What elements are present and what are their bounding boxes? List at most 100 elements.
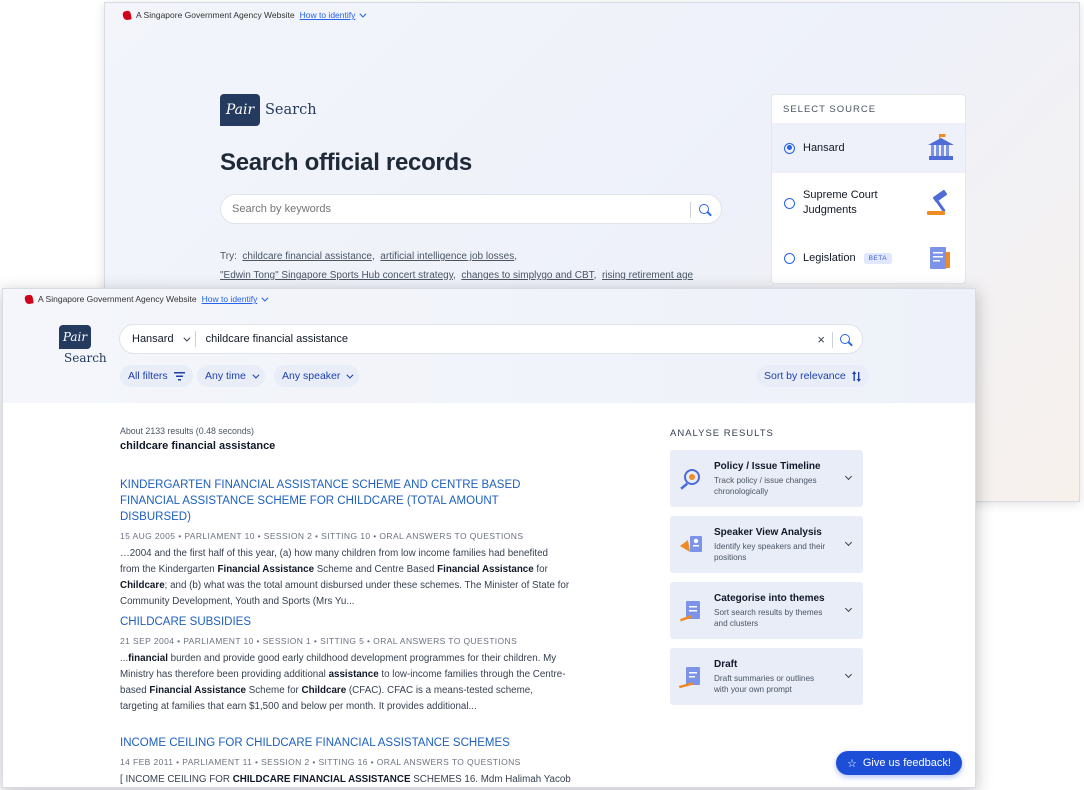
draft-icon [678,666,700,688]
result-item: INCOME CEILING FOR CHILDCARE FINANCIAL A… [120,735,571,787]
divider [832,332,833,348]
analyse-heading: ANALYSE RESULTS [670,428,774,439]
analyse-card-draft[interactable]: Draft Draft summaries or outlines with y… [670,648,863,705]
analyse-card-timeline[interactable]: Policy / Issue Timeline Track policy / i… [670,450,863,507]
singapore-lion-icon [122,9,132,21]
suggestion-link[interactable]: childcare financial assistance [242,251,372,262]
result-title-link[interactable]: INCOME CEILING FOR CHILDCARE FINANCIAL A… [120,735,570,751]
analyse-card-speaker[interactable]: Speaker View Analysis Identify key speak… [670,516,863,573]
radio-unselected[interactable] [784,252,795,264]
chevron-down-icon[interactable] [844,604,853,613]
all-filters-button[interactable]: All filters [120,365,193,387]
page-title: Search official records [220,149,472,176]
query-heading: childcare financial assistance [120,440,276,452]
chevron-down-icon[interactable] [844,670,853,679]
result-meta: 21 SEP 2004 • PARLIAMENT 10 • SESSION 1 … [120,636,518,646]
results-summary: About 2133 results (0.48 seconds) [120,426,254,436]
how-to-identify-link[interactable]: How to identify [202,294,258,304]
result-snippet: ...financial burden and provide good ear… [120,653,566,712]
suggestion-link[interactable]: rising retirement age [602,270,693,281]
sort-icon [851,370,861,382]
themes-icon [680,600,700,621]
result-title-link[interactable]: CHILDCARE SUBSIDIES [120,614,570,630]
filter-label: Any time [205,370,246,382]
card-description: and clusters [714,618,759,628]
source-heading: SELECT SOURCE [783,104,877,115]
search-input[interactable] [232,203,672,215]
home-search-bar[interactable] [220,194,722,224]
chevron-down-icon[interactable] [844,472,853,481]
logo-name: Search [64,351,107,365]
divider [690,202,691,218]
logo-name: Search [265,102,317,118]
card-description: Identify key speakers and their [714,541,826,551]
search-icon[interactable] [699,204,709,214]
how-to-identify-link[interactable]: How to identify [300,10,356,20]
gov-banner-text: A Singapore Government Agency Website [38,294,197,304]
suggestions-line-2: "Edwin Tong" Singapore Sports Hub concer… [220,270,694,281]
suggestion-link[interactable]: changes to simplygo and CBT [461,270,593,281]
clear-icon[interactable]: × [817,332,825,347]
source-option-supreme-court[interactable]: Supreme Court Judgments [772,173,965,233]
timeline-icon [680,468,700,490]
radio-unselected[interactable] [784,197,795,209]
source-label: Supreme Court Judgments [803,189,878,216]
result-meta: 15 AUG 2005 • PARLIAMENT 10 • SESSION 2 … [120,531,524,541]
card-description: Track policy / issue changes [714,475,817,485]
results-screen: A Singapore Government Agency Website Ho… [2,288,976,788]
source-dropdown[interactable]: Hansard [120,333,191,345]
analyse-card-themes[interactable]: Categorise into themes Sort search resul… [670,582,863,639]
filter-label: Any speaker [282,370,341,382]
gavel-icon [927,189,948,215]
result-title-link[interactable]: KINDERGARTEN FINANCIAL ASSISTANCE SCHEME… [120,477,570,525]
singapore-lion-icon [24,293,34,305]
result-item: CHILDCARE SUBSIDIES 21 SEP 2004 • PARLIA… [120,614,570,715]
gov-banner: A Singapore Government Agency Website Ho… [24,293,269,305]
gov-banner-text: A Singapore Government Agency Website [136,10,295,20]
card-title: Categorise into themes [714,592,825,604]
radio-selected[interactable] [784,142,795,154]
suggestion-link[interactable]: "Edwin Tong" Singapore Sports Hub concer… [220,270,453,281]
logo-badge: Pair [220,94,260,126]
chevron-down-icon[interactable] [844,538,853,547]
document-icon [930,247,950,269]
speaker-filter-dropdown[interactable]: Any speaker [274,365,360,387]
source-option-hansard[interactable]: Hansard [772,123,965,173]
result-snippet: [ INCOME CEILING FOR CHILDCARE FINANCIAL… [120,774,571,785]
result-snippet: …2004 and the first half of this year, (… [120,548,570,607]
suggestions-line-1: Try: childcare financial assistance, art… [220,251,518,262]
chevron-down-icon [252,371,260,379]
gov-banner: A Singapore Government Agency Website Ho… [122,9,367,21]
card-description: Draft summaries or outlines [714,673,815,683]
chevron-down-icon [346,371,354,379]
search-icon[interactable] [840,334,850,344]
source-label: Hansard [803,142,845,154]
beta-badge: BETA [863,252,893,264]
source-label: Legislation [803,252,856,264]
result-item: KINDERGARTEN FINANCIAL ASSISTANCE SCHEME… [120,477,570,610]
sort-dropdown[interactable]: Sort by relevance [756,365,869,387]
sort-label: Sort by relevance [764,370,846,382]
result-meta: 14 FEB 2011 • PARLIAMENT 11 • SESSION 2 … [120,757,521,767]
suggestion-link[interactable]: artificial intelligence job losses [380,251,514,262]
card-description: positions [714,552,747,562]
card-title: Policy / Issue Timeline [714,460,821,472]
source-panel: SELECT SOURCE Hansard Supreme Court Judg… [771,94,966,284]
results-logo[interactable]: Pair Search [59,325,107,365]
time-filter-dropdown[interactable]: Any time [197,365,265,387]
chevron-down-icon[interactable] [182,334,191,342]
source-option-legislation[interactable]: Legislation BETA [772,233,965,283]
logo-badge: Pair [59,325,91,349]
feedback-button[interactable]: ☆ Give us feedback! [836,751,962,775]
divider [194,331,196,347]
feedback-label: Give us feedback! [862,757,951,769]
card-title: Draft [714,658,738,670]
filter-label: All filters [128,370,168,382]
home-logo[interactable]: Pair Search [220,94,317,126]
card-description: chronologically [714,486,769,496]
results-search-bar[interactable]: Hansard × [119,324,863,354]
parliament-icon [928,134,954,160]
chevron-down-icon[interactable] [359,10,367,18]
filter-icon [173,371,185,380]
search-input[interactable] [205,333,746,345]
